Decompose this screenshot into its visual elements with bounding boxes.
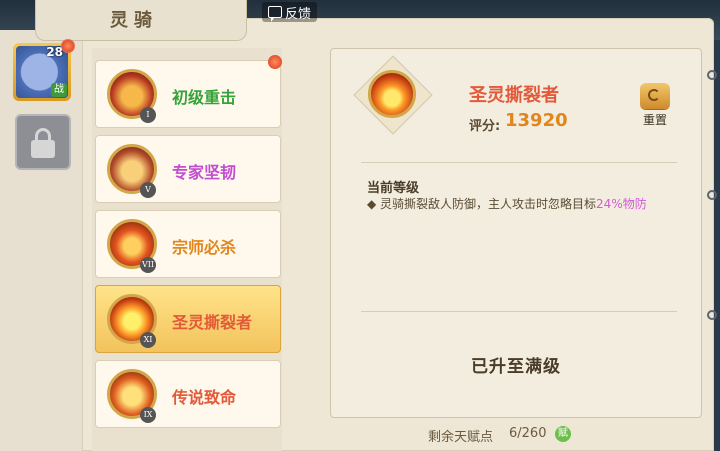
skill-rank: IX <box>140 407 156 423</box>
alert-dot <box>61 39 75 53</box>
ring <box>707 70 717 80</box>
ring <box>707 190 717 200</box>
page-title: 灵骑 <box>110 10 158 31</box>
skill-item-4[interactable]: XI 圣灵撕裂者 <box>95 285 281 353</box>
skill-name: 初级重击 <box>172 88 237 107</box>
description-text: ◆ 灵骑撕裂敌人防御，主人攻击时忽略目标 <box>367 197 597 211</box>
skill-description: ◆ 灵骑撕裂敌人防御，主人攻击时忽略目标24%物防 <box>367 195 647 212</box>
skill-item-2[interactable]: V 专家坚韧 <box>95 135 281 203</box>
current-level-title: 当前等级 <box>367 181 420 196</box>
mount-avatar[interactable]: 28 战 <box>13 39 75 101</box>
chat-icon <box>268 6 282 22</box>
talent-points-label: 剩余天赋点 <box>428 430 494 445</box>
feedback-label: 反馈 <box>285 6 312 22</box>
alert-dot <box>268 55 282 69</box>
holy-ripper-icon <box>368 70 416 118</box>
divider <box>361 311 677 312</box>
reset-button[interactable]: 重置 <box>637 83 673 127</box>
description-highlight: 24%物防 <box>596 197 647 211</box>
skill-rank: XI <box>140 332 156 348</box>
max-level-status: 已升至满级 <box>471 357 561 377</box>
talent-points-count: 6/260 <box>509 426 547 441</box>
skill-name: 圣灵撕裂者 <box>172 313 253 332</box>
skill-name: 宗师必杀 <box>172 238 237 257</box>
skill-rank: I <box>140 107 156 123</box>
skill-list: I 初级重击 V 专家坚韧 VII 宗师必杀 XI 圣灵撕裂者 IX 传说致命 <box>92 48 282 451</box>
ring <box>707 310 717 320</box>
locked-mount-slot[interactable] <box>15 114 71 170</box>
skill-rank: V <box>140 182 156 198</box>
skill-item-3[interactable]: VII 宗师必杀 <box>95 210 281 278</box>
reset-label: 重置 <box>642 113 667 127</box>
feedback-button[interactable]: 反馈 <box>262 2 318 22</box>
score-label: 评分: <box>469 119 501 134</box>
skill-icon-frame <box>353 55 433 135</box>
skill-title: 圣灵撕裂者 <box>469 85 559 106</box>
skill-detail-panel: 圣灵撕裂者 评分: 13920 重置 当前等级 ◆ 灵骑撕裂敌人防御，主人攻击时… <box>330 48 702 418</box>
skill-item-1[interactable]: I 初级重击 <box>95 55 282 128</box>
lock-body <box>31 140 55 158</box>
battle-badge: 战 <box>51 83 67 97</box>
score-value: 13920 <box>505 110 568 131</box>
skill-rank: VII <box>140 257 156 273</box>
skill-name: 传说致命 <box>172 388 237 407</box>
reset-icon <box>640 83 670 109</box>
skill-name: 专家坚韧 <box>172 163 237 182</box>
skill-item-5[interactable]: IX 传说致命 <box>95 360 281 428</box>
divider <box>361 162 677 163</box>
talent-badge: 赋 <box>555 426 571 442</box>
binder-rings <box>707 50 720 451</box>
